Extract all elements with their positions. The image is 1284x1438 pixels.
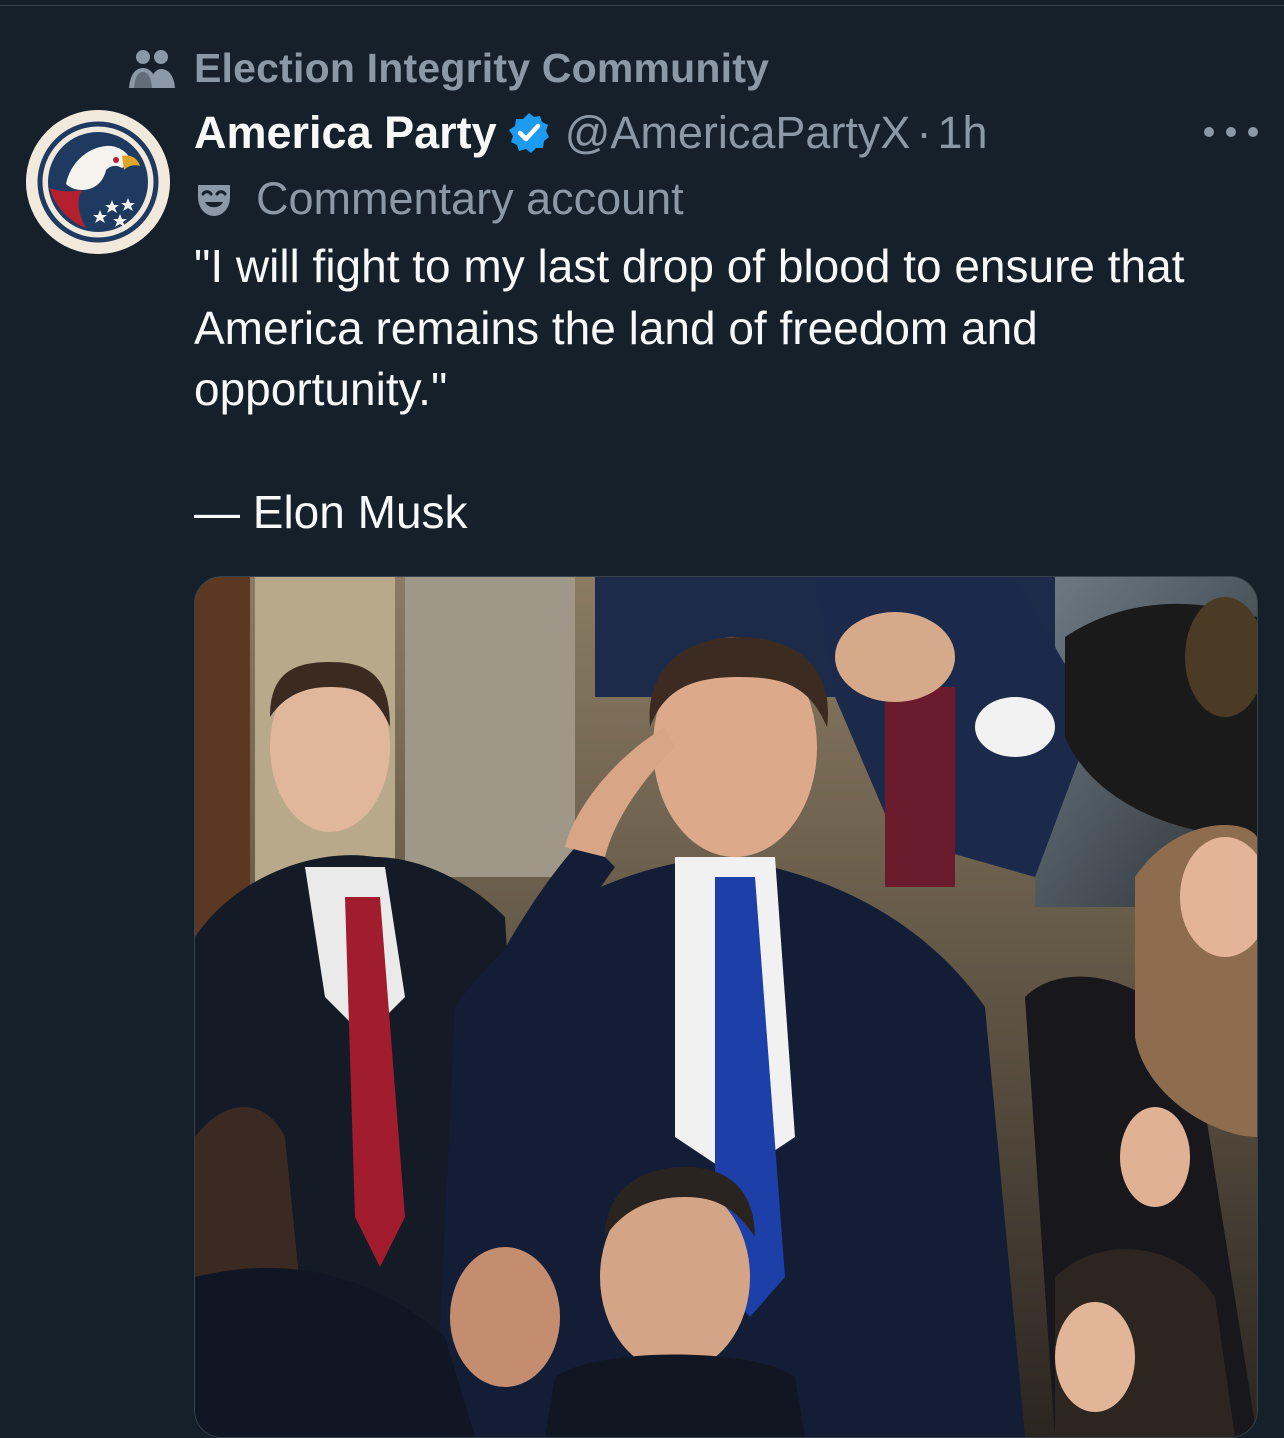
- separator-dot: ·: [916, 107, 932, 158]
- community-name[interactable]: Election Integrity Community: [194, 45, 769, 92]
- top-divider: [0, 5, 1284, 6]
- tweet-body: "I will fight to my last drop of blood t…: [194, 236, 1264, 544]
- tweet-media-photo[interactable]: [194, 576, 1258, 1438]
- more-dot-3: [1248, 127, 1258, 137]
- avatar[interactable]: [26, 110, 170, 254]
- account-label: Commentary account: [194, 168, 684, 230]
- author-row: America Party @AmericaPartyX · 1h: [194, 100, 988, 166]
- account-label-text: Commentary account: [256, 173, 684, 224]
- community-icon: [128, 46, 176, 90]
- timestamp[interactable]: 1h: [937, 107, 987, 159]
- verified-badge-icon[interactable]: [507, 111, 551, 155]
- tweet-attribution: — Elon Musk: [194, 486, 468, 538]
- author-handle[interactable]: @AmericaPartyX: [565, 107, 911, 159]
- eagle-logo-icon: [26, 110, 170, 254]
- display-name[interactable]: America Party: [194, 107, 497, 159]
- more-dot-2: [1226, 127, 1236, 137]
- mask-icon: [194, 177, 238, 221]
- photo-image: [195, 577, 1257, 1437]
- more-dot-1: [1204, 127, 1214, 137]
- community-header[interactable]: Election Integrity Community: [128, 40, 769, 96]
- more-options-icon[interactable]: [1204, 112, 1258, 152]
- tweet-quote: "I will fight to my last drop of blood t…: [194, 240, 1185, 415]
